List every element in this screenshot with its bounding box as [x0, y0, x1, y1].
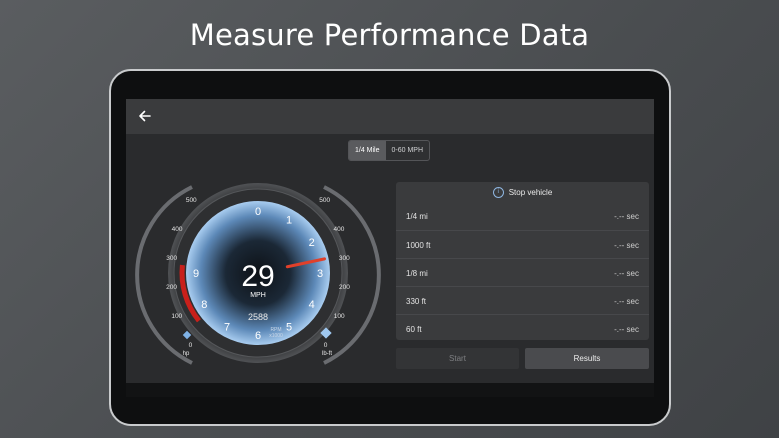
speed-value: 29 — [241, 260, 274, 293]
dial-tick-label: 7 — [224, 322, 230, 334]
result-value: -.-- sec — [614, 212, 639, 221]
result-label: 60 ft — [406, 325, 422, 334]
rpm-scale: x1000 — [269, 333, 283, 339]
results-button[interactable]: Results — [525, 348, 649, 369]
result-row: 330 ft -.-- sec — [396, 286, 649, 315]
dial-tick-label: 8 — [201, 299, 207, 311]
dial-tick-label: 5 — [286, 322, 292, 334]
dial-tick-label: 1 — [286, 214, 292, 226]
headline: Measure Performance Data — [189, 18, 590, 52]
result-row: 1/8 mi -.-- sec — [396, 258, 649, 287]
tab-zero-to-sixty[interactable]: 0-60 MPH — [386, 141, 430, 160]
result-value: -.-- sec — [614, 269, 639, 278]
dial-tick-label: 9 — [193, 268, 199, 280]
torque-unit: lb-ft — [322, 351, 332, 357]
hp-marker-icon — [182, 330, 192, 340]
mode-selector: 1/4 Mile 0-60 MPH — [348, 140, 431, 161]
dial-tick-label: 3 — [317, 268, 323, 280]
hp-scale-label: 500 — [186, 197, 197, 204]
result-row: 1000 ft -.-- sec — [396, 230, 649, 259]
hp-scale-label: 100 — [171, 313, 182, 320]
hp-scale-label: 300 — [166, 255, 177, 262]
result-label: 1/4 mi — [406, 212, 428, 221]
result-label: 1/8 mi — [406, 269, 428, 278]
dial-tick-label: 6 — [255, 330, 261, 342]
arrow-left-icon[interactable] — [136, 107, 154, 125]
dial-tick-label: 2 — [309, 237, 315, 249]
result-row: 60 ft -.-- sec — [396, 314, 649, 343]
dial-tick-label: 4 — [309, 299, 315, 311]
torque-scale-label: 400 — [334, 226, 345, 233]
hp-scale-label: 400 — [172, 226, 183, 233]
hp-unit: hp — [183, 351, 190, 357]
system-nav-bar — [126, 383, 654, 397]
app-screen: 1/4 Mile 0-60 MPH 0 1 2 3 4 5 6 7 8 9 0 100 200 300 4… — [126, 99, 654, 397]
result-value: -.-- sec — [614, 241, 639, 250]
torque-scale-label: 300 — [339, 255, 350, 262]
hp-scale-label: 200 — [166, 284, 177, 291]
result-label: 1000 ft — [406, 241, 431, 250]
torque-scale-label: 500 — [319, 197, 330, 204]
result-value: -.-- sec — [614, 297, 639, 306]
results-panel: i Stop vehicle 1/4 mi -.-- sec 1000 ft -… — [396, 182, 649, 340]
torque-scale-label: 100 — [334, 313, 345, 320]
start-button[interactable]: Start — [396, 348, 519, 369]
tab-quarter-mile[interactable]: 1/4 Mile — [349, 141, 386, 160]
app-bar — [126, 99, 654, 134]
status-text: Stop vehicle — [508, 187, 553, 197]
rpm-value: 2588 — [248, 312, 268, 322]
dial-tick-label: 0 — [255, 206, 261, 218]
torque-scale-label: 0 — [324, 342, 328, 349]
info-icon: i — [492, 186, 504, 198]
torque-scale-label: 200 — [339, 284, 350, 291]
result-label: 330 ft — [406, 297, 427, 306]
result-value: -.-- sec — [614, 325, 639, 334]
hp-scale-label: 0 — [189, 342, 193, 349]
status-header: i Stop vehicle — [396, 182, 649, 202]
speed-gauge: 0 1 2 3 4 5 6 7 8 9 0 100 200 300 400 500 0 100 200 300 40… — [135, 183, 381, 365]
speed-unit: MPH — [250, 292, 266, 299]
result-row: 1/4 mi -.-- sec — [396, 202, 649, 230]
